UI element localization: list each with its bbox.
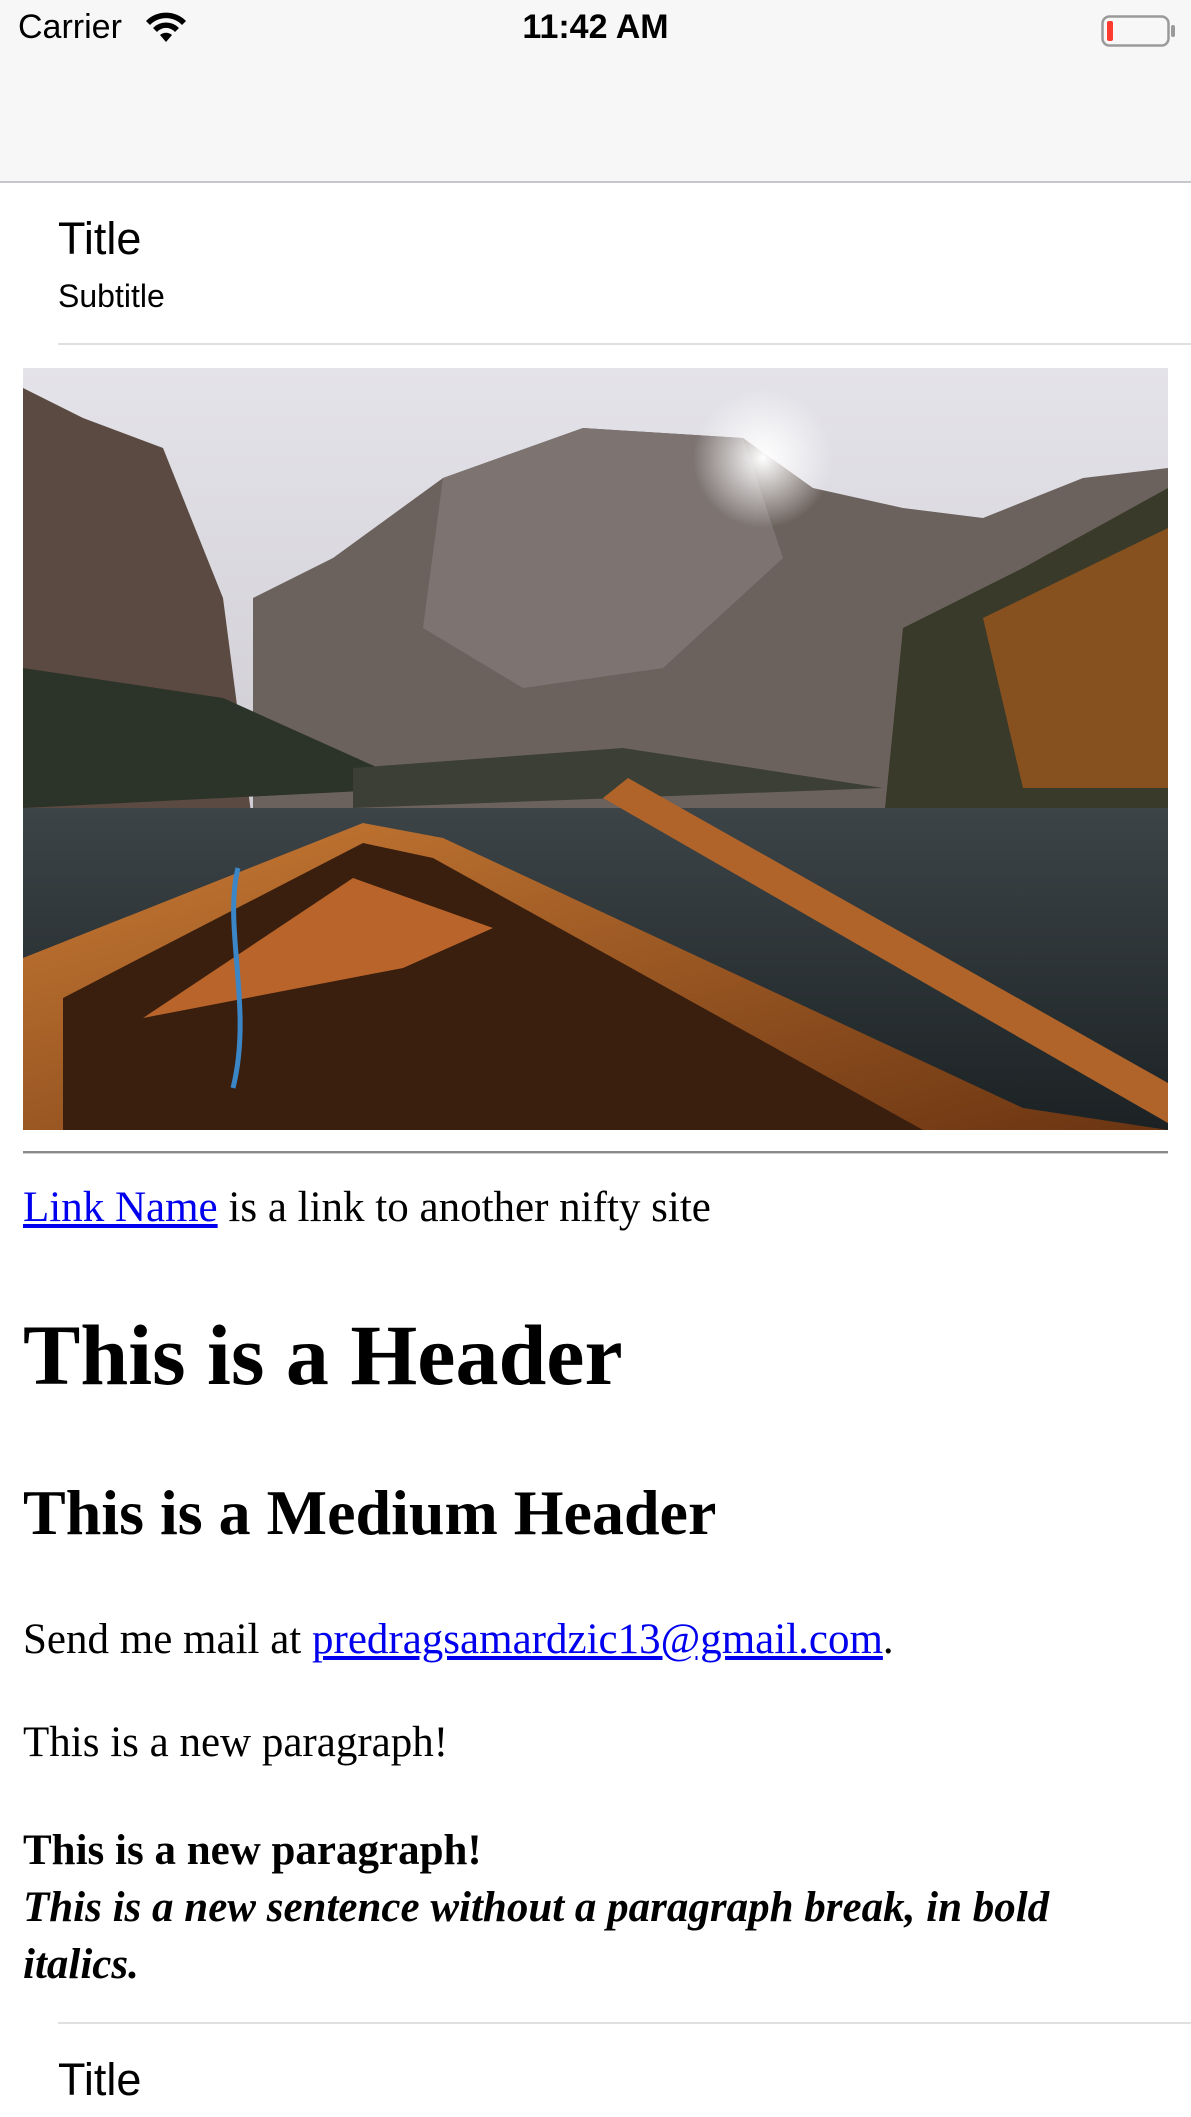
mail-paragraph: Send me mail at predragsamardzic13@gmail… <box>23 1615 1168 1665</box>
mail-prefix: Send me mail at <box>23 1616 312 1663</box>
cell-subtitle: Subtitle <box>58 278 165 314</box>
new-paragraph: This is a new paragraph! <box>23 1719 449 1766</box>
cell-separator <box>58 343 1191 345</box>
mountain-lake-rowboat-photo <box>23 368 1168 1130</box>
photo-illustration <box>23 368 1168 1130</box>
cell-title: Title <box>58 2054 142 2105</box>
page-header: This is a Header <box>23 1307 623 1403</box>
link-paragraph-text: is a link to another nifty site <box>217 1184 711 1231</box>
mail-suffix: . <box>882 1616 894 1663</box>
bold-paragraph-text: This is a new paragraph! <box>23 1827 482 1874</box>
link-paragraph: Link Name is a link to another nifty sit… <box>23 1183 1168 1233</box>
horizontal-rule <box>23 1151 1168 1153</box>
cell-title: Title <box>58 213 142 264</box>
bold-italic-sentence: This is a new sentence without a paragra… <box>23 1884 1050 1988</box>
battery-icon <box>1101 15 1175 47</box>
link-name[interactable]: Link Name <box>23 1184 218 1231</box>
email-link[interactable]: predragsamardzic13@gmail.com <box>312 1616 883 1663</box>
status-time: 11:42 AM <box>522 8 669 46</box>
cell-separator <box>58 2022 1191 2024</box>
bold-paragraph: This is a new paragraph! This is a new s… <box>23 1822 1168 1993</box>
navigation-bar: Carrier 11:42 AM <box>0 0 1191 183</box>
footer-cell[interactable]: Title <box>0 2022 1191 2117</box>
medium-header: This is a Medium Header <box>23 1477 717 1548</box>
header-cell[interactable]: Title Subtitle <box>0 183 1191 345</box>
